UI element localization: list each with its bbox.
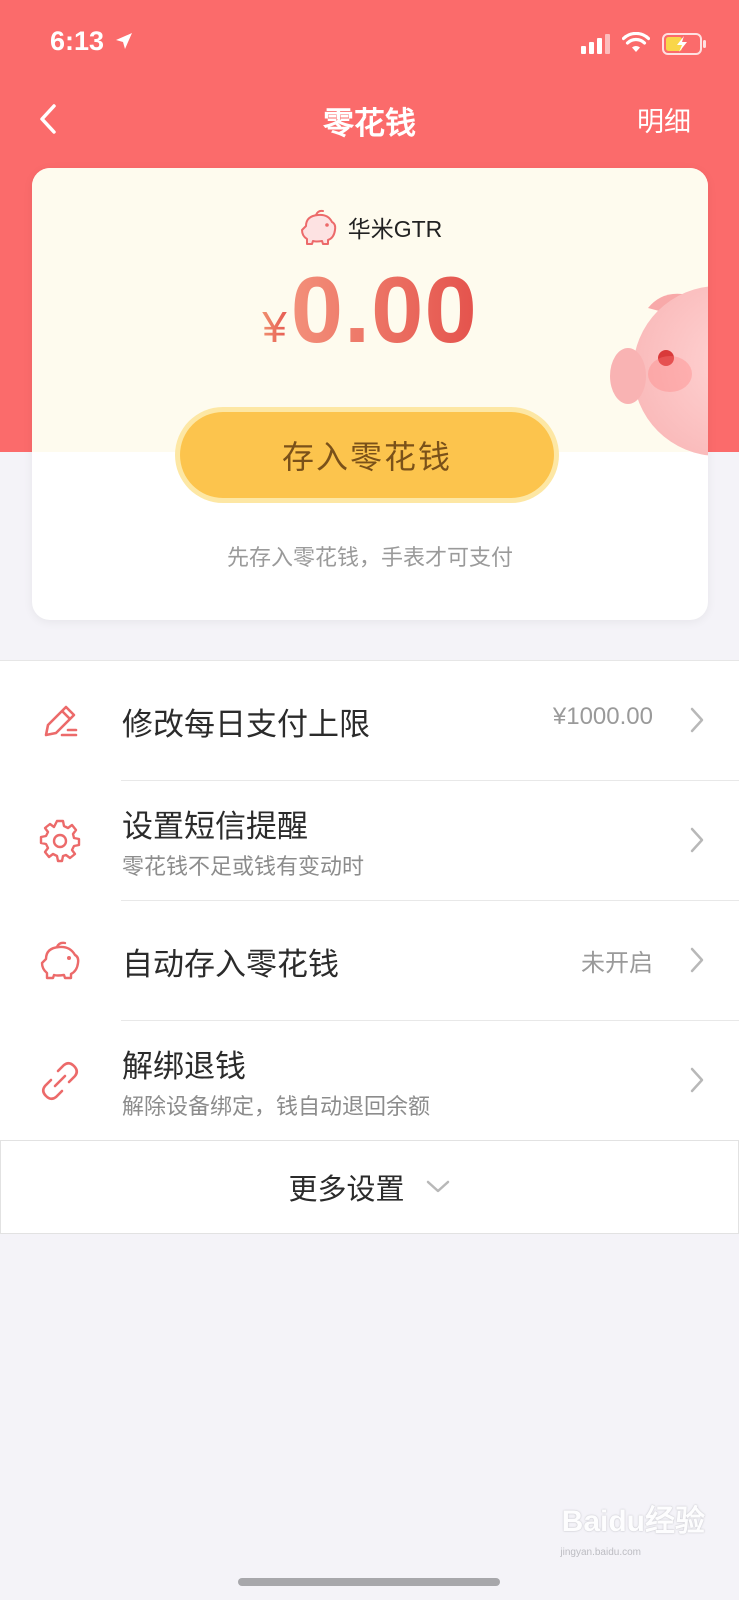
pencil-icon <box>44 705 78 737</box>
wifi-icon <box>622 32 650 52</box>
unlink-icon <box>41 1061 79 1101</box>
menu-item-title: 解绑退钱 <box>122 1049 246 1085</box>
chevron-down-icon <box>426 1180 449 1193</box>
piggy-bank-icon <box>40 941 80 980</box>
settings-menu: 修改每日支付上限 ¥1000.00 设置短信提醒 零花钱不足或钱有变动时 自动存… <box>0 660 739 1141</box>
cellular-signal-icon <box>581 34 610 54</box>
daily-limit-value: ¥1000.00 <box>552 703 653 730</box>
status-bar: 6:13 <box>0 0 739 88</box>
device-row: 华米GTR <box>32 208 708 254</box>
balance-card: 华米GTR ¥0.00 存入零花钱 先存入零花钱，手表才可支付 <box>32 168 708 620</box>
watermark-url: jingyan.baidu.com <box>560 1547 641 1558</box>
menu-item-sms-alert[interactable]: 设置短信提醒 零花钱不足或钱有变动时 <box>0 781 739 901</box>
device-name: 华米GTR <box>347 216 443 242</box>
menu-item-subtitle: 解除设备绑定，钱自动退回余额 <box>122 1095 431 1120</box>
balance-display: ¥0.00 <box>32 256 708 364</box>
piggy-bank-icon <box>300 209 336 245</box>
deposit-button[interactable]: 存入零花钱 <box>180 412 554 498</box>
menu-item-title: 设置短信提醒 <box>122 809 308 845</box>
menu-item-subtitle: 零花钱不足或钱有变动时 <box>122 855 365 880</box>
balance-amount: 0.00 <box>290 257 478 362</box>
currency-symbol: ¥ <box>262 303 287 352</box>
card-hint: 先存入零花钱，手表才可支付 <box>226 546 513 571</box>
menu-item-unbind[interactable]: 解绑退钱 解除设备绑定，钱自动退回余额 <box>0 1021 739 1141</box>
menu-item-title: 修改每日支付上限 <box>122 707 370 743</box>
chevron-right-icon <box>690 1067 704 1093</box>
location-arrow-icon <box>116 33 132 49</box>
chevron-right-icon <box>690 827 704 853</box>
menu-item-title: 自动存入零花钱 <box>122 947 339 983</box>
battery-charging-icon <box>662 33 706 55</box>
menu-item-daily-limit[interactable]: 修改每日支付上限 ¥1000.00 <box>0 661 739 781</box>
chevron-right-icon <box>690 707 704 733</box>
menu-item-auto-deposit[interactable]: 自动存入零花钱 未开启 <box>0 901 739 1021</box>
auto-deposit-status: 未开启 <box>581 950 653 977</box>
more-settings-button[interactable]: 更多设置 <box>0 1140 739 1234</box>
home-indicator[interactable] <box>238 1578 500 1586</box>
watermark: Baidu经验 <box>561 1505 705 1538</box>
detail-link[interactable]: 明细 <box>637 100 691 139</box>
page-title: 零花钱 <box>323 106 416 142</box>
chevron-right-icon <box>690 947 704 973</box>
nav-bar: 零花钱 明细 <box>0 88 739 158</box>
status-time: 6:13 <box>50 26 105 56</box>
gear-icon <box>39 819 81 863</box>
more-settings-label: 更多设置 <box>288 1172 405 1206</box>
